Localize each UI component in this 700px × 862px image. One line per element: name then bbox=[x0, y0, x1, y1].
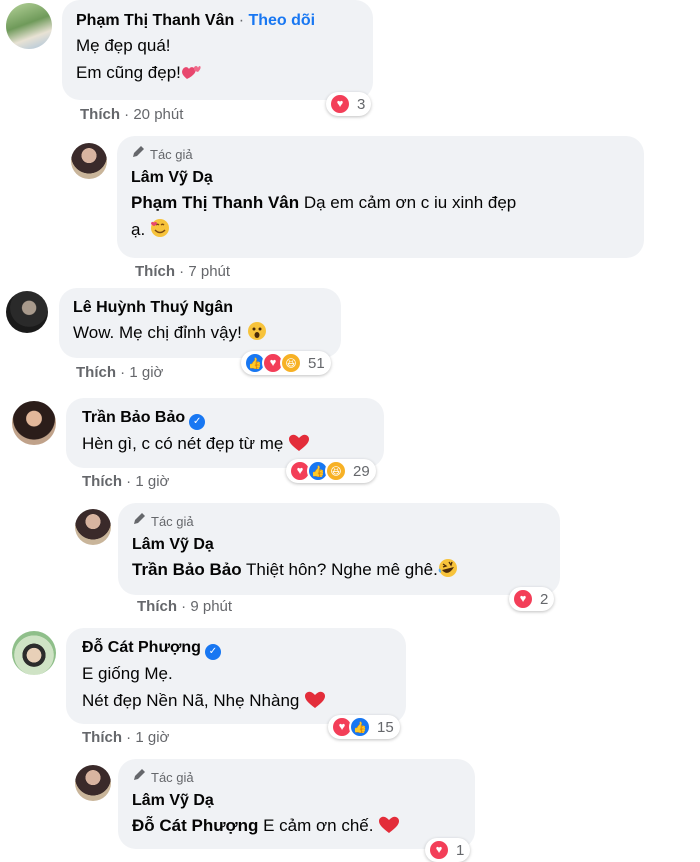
love-reaction-icon: ♥ bbox=[428, 839, 450, 861]
reaction-count: 51 bbox=[308, 354, 325, 372]
commenter-name[interactable]: Phạm Thị Thanh Vân bbox=[76, 12, 234, 29]
comment-actions: Thích · 9 phút bbox=[137, 598, 232, 615]
red-heart-icon bbox=[378, 815, 400, 842]
comment-bubble: Phạm Thị Thanh Vân · Theo dõi Mẹ đẹp quá… bbox=[62, 0, 373, 100]
mention-link[interactable]: Trần Bảo Bảo bbox=[132, 560, 242, 579]
avatar[interactable] bbox=[12, 631, 56, 675]
red-heart-icon bbox=[288, 433, 310, 460]
like-button[interactable]: Thích bbox=[82, 473, 122, 490]
like-button[interactable]: Thích bbox=[76, 364, 116, 381]
author-tag: Tác giả bbox=[132, 768, 463, 787]
comment-text: Thiệt hôn? Nghe mê ghê. bbox=[241, 560, 438, 579]
commenter-name[interactable]: Lâm Vỹ Dạ bbox=[131, 167, 632, 189]
like-reaction-icon: 👍 bbox=[349, 716, 371, 738]
reaction-count: 2 bbox=[540, 590, 549, 608]
comment-bubble: Tác giả Lâm Vỹ Dạ Phạm Thị Thanh Vân Dạ … bbox=[117, 136, 644, 258]
author-tag: Tác giả bbox=[132, 512, 548, 531]
like-button[interactable]: Thích bbox=[137, 598, 177, 615]
timestamp[interactable]: 20 phút bbox=[133, 106, 183, 123]
verified-badge-icon: ✓ bbox=[204, 643, 221, 660]
comment-actions: Thích · 1 giờ bbox=[82, 473, 169, 490]
comment-bubble: Lê Huỳnh Thuý Ngân Wow. Mẹ chị đỉnh vậy! bbox=[59, 288, 341, 358]
pencil-icon bbox=[132, 768, 146, 787]
reaction-summary[interactable]: ♥ 👍 😆 29 bbox=[286, 459, 376, 483]
follow-button[interactable]: Theo dõi bbox=[248, 12, 315, 29]
comment-bubble: Tác giả Lâm Vỹ Dạ Trần Bảo Bảo Thiệt hôn… bbox=[118, 503, 560, 595]
like-button[interactable]: Thích bbox=[80, 106, 120, 123]
avatar[interactable] bbox=[71, 143, 107, 179]
love-reaction-icon: ♥ bbox=[512, 588, 534, 610]
two-hearts-icon bbox=[181, 62, 201, 89]
haha-reaction-icon: 😆 bbox=[280, 352, 302, 374]
commenter-name[interactable]: Lê Huỳnh Thuý Ngân bbox=[73, 297, 329, 319]
comment-actions: Thích · 20 phút bbox=[80, 106, 183, 123]
timestamp[interactable]: 1 giờ bbox=[135, 473, 169, 490]
reaction-count: 1 bbox=[456, 841, 465, 859]
timestamp[interactable]: 9 phút bbox=[190, 598, 232, 615]
commenter-name[interactable]: Đỗ Cát Phượng bbox=[82, 639, 201, 656]
avatar[interactable] bbox=[75, 509, 111, 545]
reaction-count: 29 bbox=[353, 462, 370, 480]
separator: · bbox=[181, 598, 187, 615]
pencil-icon bbox=[132, 512, 146, 531]
pencil-icon bbox=[131, 145, 145, 164]
rolling-laughing-icon bbox=[438, 558, 458, 586]
author-tag: Tác giả bbox=[131, 145, 632, 164]
comment-text: Nét đẹp Nền Nã, Nhẹ Nhàng bbox=[82, 690, 300, 710]
avatar[interactable] bbox=[6, 291, 48, 333]
reaction-count: 3 bbox=[357, 95, 366, 113]
haha-reaction-icon: 😆 bbox=[325, 460, 347, 482]
comment-text-line: Em cũng đẹp! bbox=[76, 59, 361, 89]
reaction-summary[interactable]: ♥ 2 bbox=[509, 587, 555, 611]
like-button[interactable]: Thích bbox=[82, 729, 122, 746]
comment-text: Mẹ đẹp quá! bbox=[76, 36, 171, 55]
comment-actions: Thích · 1 giờ bbox=[76, 364, 163, 381]
red-heart-icon bbox=[304, 690, 326, 717]
comment-actions: Thích · 7 phút bbox=[135, 263, 230, 280]
reaction-summary[interactable]: ♥ 3 bbox=[326, 92, 372, 116]
reaction-summary[interactable]: 👍 ♥ 😆 51 bbox=[241, 351, 331, 375]
commenter-name[interactable]: Lâm Vỹ Dạ bbox=[132, 790, 463, 812]
commenter-name[interactable]: Trần Bảo Bảo bbox=[82, 409, 185, 426]
mention-link[interactable]: Đỗ Cát Phượng bbox=[132, 816, 258, 835]
comment-text: Wow. Mẹ chị đỉnh vậy! bbox=[73, 323, 242, 342]
comment-text: E giống Mẹ. bbox=[82, 663, 173, 683]
avatar[interactable] bbox=[75, 765, 111, 801]
astonished-face-icon bbox=[247, 321, 267, 349]
comment-text: Hèn gì, c có nét đẹp từ mẹ bbox=[82, 433, 284, 453]
comment-actions: Thích · 1 giờ bbox=[82, 729, 169, 746]
comment-text: ạ. bbox=[131, 220, 146, 239]
comment-text: Em cũng đẹp! bbox=[76, 63, 181, 82]
separator: · bbox=[120, 364, 126, 381]
separator: · bbox=[126, 473, 132, 490]
timestamp[interactable]: 7 phút bbox=[188, 263, 230, 280]
commenter-name[interactable]: Lâm Vỹ Dạ bbox=[132, 534, 548, 556]
author-label: Tác giả bbox=[150, 146, 193, 162]
reaction-count: 15 bbox=[377, 718, 394, 736]
comment-bubble: Tác giả Lâm Vỹ Dạ Đỗ Cát Phượng E cảm ơn… bbox=[118, 759, 475, 849]
separator: · bbox=[126, 729, 132, 746]
separator: · bbox=[238, 12, 245, 29]
verified-badge-icon: ✓ bbox=[189, 413, 206, 430]
like-button[interactable]: Thích bbox=[135, 263, 175, 280]
love-reaction-icon: ♥ bbox=[329, 93, 351, 115]
author-label: Tác giả bbox=[151, 513, 194, 529]
avatar[interactable] bbox=[12, 401, 56, 445]
timestamp[interactable]: 1 giờ bbox=[129, 364, 163, 381]
comment-text: E cảm ơn chế. bbox=[258, 816, 374, 835]
comment-bubble: Đỗ Cát Phượng ✓ E giống Mẹ. Nét đẹp Nền N… bbox=[66, 628, 406, 724]
comment-text: Dạ em cảm ơn c iu xinh đẹp bbox=[299, 193, 517, 212]
separator: · bbox=[179, 263, 185, 280]
reaction-summary[interactable]: ♥ 👍 15 bbox=[328, 715, 400, 739]
author-label: Tác giả bbox=[151, 769, 194, 785]
comment-bubble: Trần Bảo Bảo ✓ Hèn gì, c có nét đẹp từ mẹ bbox=[66, 398, 384, 468]
smiling-face-hearts-icon bbox=[150, 218, 170, 246]
reaction-summary[interactable]: ♥ 1 bbox=[425, 838, 471, 862]
separator: · bbox=[124, 106, 130, 123]
mention-link[interactable]: Phạm Thị Thanh Vân bbox=[131, 193, 299, 212]
timestamp[interactable]: 1 giờ bbox=[135, 729, 169, 746]
avatar[interactable] bbox=[6, 3, 52, 49]
